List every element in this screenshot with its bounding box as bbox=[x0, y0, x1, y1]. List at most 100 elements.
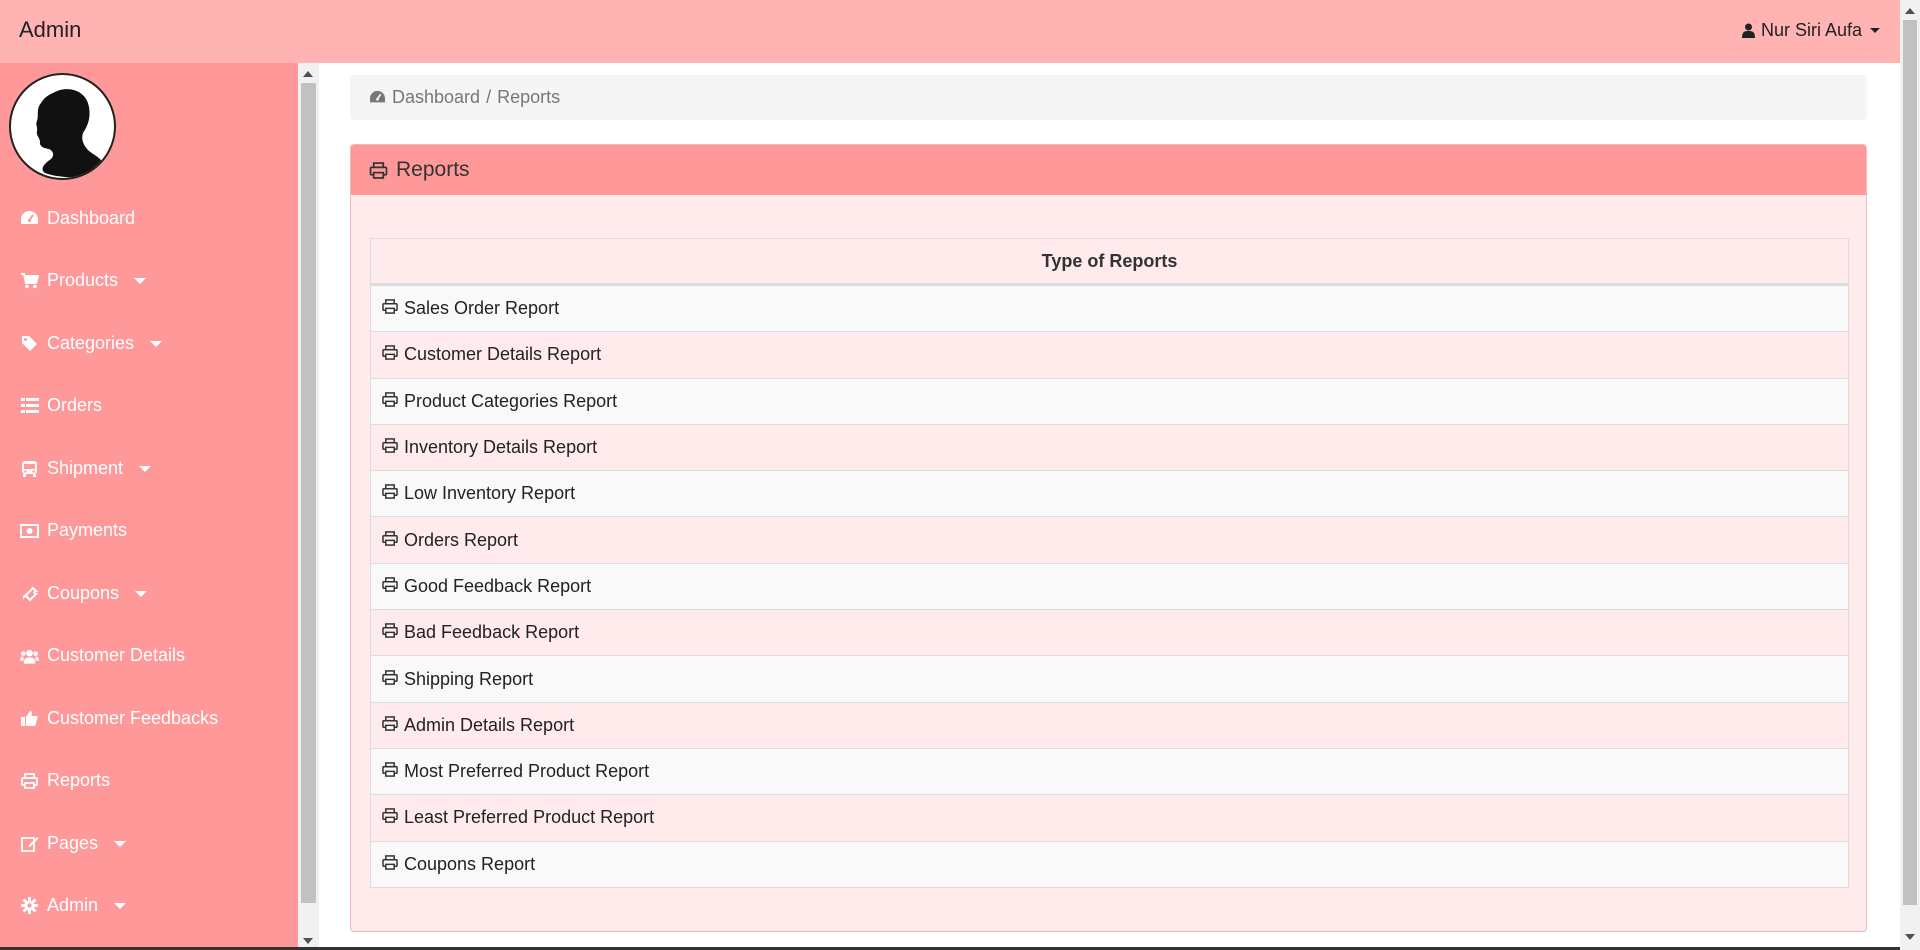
report-link[interactable]: Good Feedback Report bbox=[404, 576, 591, 597]
sidebar-item-categories[interactable]: Categories bbox=[20, 333, 163, 354]
user-icon bbox=[1741, 23, 1755, 38]
sidebar-scrollbar[interactable] bbox=[298, 63, 319, 950]
chevron-down-icon bbox=[114, 840, 127, 847]
sidebar-item-orders[interactable]: Orders bbox=[20, 395, 102, 416]
chevron-down-icon bbox=[150, 340, 163, 347]
chevron-down-icon bbox=[1870, 28, 1880, 33]
table-row[interactable]: Good Feedback Report bbox=[371, 562, 1848, 610]
tag-icon bbox=[20, 334, 39, 353]
ticket-icon bbox=[20, 584, 39, 603]
report-link[interactable]: Sales Order Report bbox=[404, 298, 559, 319]
report-link[interactable]: Product Categories Report bbox=[404, 391, 617, 412]
panel-title: Reports bbox=[396, 158, 470, 181]
table-row[interactable]: Shipping Report bbox=[371, 655, 1848, 702]
print-icon bbox=[382, 761, 398, 782]
print-icon bbox=[382, 807, 398, 828]
sidebar-item-label: Admin bbox=[47, 895, 99, 915]
user-name: Nur Siri Aufa bbox=[1760, 20, 1862, 40]
avatar bbox=[9, 73, 116, 180]
report-link[interactable]: Bad Feedback Report bbox=[404, 622, 579, 643]
page-scrollbar[interactable] bbox=[1900, 0, 1920, 950]
print-icon bbox=[382, 576, 398, 597]
chevron-down-icon bbox=[134, 277, 147, 284]
sidebar-item-coupons[interactable]: Coupons bbox=[20, 583, 148, 604]
sidebar-item-dashboard[interactable]: Dashboard bbox=[20, 208, 135, 229]
scroll-up-arrow-icon[interactable] bbox=[1905, 8, 1915, 14]
print-icon bbox=[369, 161, 388, 179]
table-row[interactable]: Admin Details Report bbox=[371, 701, 1848, 748]
print-icon bbox=[20, 771, 39, 790]
scroll-down-arrow-icon[interactable] bbox=[1905, 934, 1915, 940]
report-link[interactable]: Orders Report bbox=[404, 530, 518, 551]
table-row[interactable]: Inventory Details Report bbox=[371, 423, 1848, 471]
breadcrumb-dashboard-link[interactable]: Dashboard bbox=[392, 87, 480, 108]
sidebar-item-label: Customer Feedbacks bbox=[47, 708, 219, 728]
print-icon bbox=[382, 669, 398, 690]
table-row[interactable]: Bad Feedback Report bbox=[371, 609, 1848, 656]
breadcrumb-separator: / bbox=[486, 87, 492, 107]
sidebar-item-label: Reports bbox=[47, 770, 111, 790]
reports-panel: Reports Type of Reports Sales Order Repo… bbox=[350, 144, 1867, 932]
print-icon bbox=[382, 437, 398, 458]
report-link[interactable]: Least Preferred Product Report bbox=[404, 807, 654, 828]
sidebar-item-shipment[interactable]: Shipment bbox=[20, 458, 152, 479]
chevron-down-icon bbox=[114, 902, 127, 909]
dashboard-icon bbox=[20, 209, 39, 228]
breadcrumb: Dashboard / Reports bbox=[350, 75, 1867, 120]
sidebar-item-label: Payments bbox=[47, 520, 128, 540]
brand-title[interactable]: Admin bbox=[19, 17, 81, 43]
sidebar-item-label: Coupons bbox=[47, 583, 120, 603]
scroll-up-arrow-icon[interactable] bbox=[303, 71, 313, 77]
table-row[interactable]: Least Preferred Product Report bbox=[371, 794, 1848, 841]
sidebar-item-label: Categories bbox=[47, 333, 135, 353]
sidebar-item-label: Products bbox=[47, 270, 119, 290]
chevron-down-icon bbox=[135, 590, 148, 597]
report-link[interactable]: Inventory Details Report bbox=[404, 437, 597, 458]
cart-icon bbox=[20, 271, 39, 290]
reports-table: Type of Reports Sales Order Report Custom… bbox=[370, 238, 1849, 888]
breadcrumb-current: Reports bbox=[497, 87, 561, 107]
list-icon bbox=[20, 396, 39, 415]
report-link[interactable]: Most Preferred Product Report bbox=[404, 761, 649, 782]
table-row[interactable]: Orders Report bbox=[371, 516, 1848, 563]
money-icon bbox=[20, 521, 39, 540]
chevron-down-icon bbox=[139, 465, 152, 472]
sidebar-item-customer-details[interactable]: Customer Details bbox=[20, 645, 185, 666]
sidebar-scroll-thumb[interactable] bbox=[301, 83, 316, 903]
report-link[interactable]: Coupons Report bbox=[404, 854, 535, 875]
users-icon bbox=[20, 646, 39, 665]
table-row[interactable]: Coupons Report bbox=[371, 840, 1848, 887]
table-row[interactable]: Sales Order Report bbox=[371, 285, 1848, 332]
sidebar-item-admin[interactable]: Admin bbox=[20, 895, 127, 916]
sidebar-item-products[interactable]: Products bbox=[20, 270, 147, 291]
sidebar-item-pages[interactable]: Pages bbox=[20, 833, 127, 854]
report-link[interactable]: Admin Details Report bbox=[404, 715, 574, 736]
table-row[interactable]: Low Inventory Report bbox=[371, 470, 1848, 517]
print-icon bbox=[382, 530, 398, 551]
table-header: Type of Reports bbox=[371, 239, 1848, 285]
print-icon bbox=[382, 622, 398, 643]
sidebar-item-label: Dashboard bbox=[47, 208, 136, 228]
sidebar-item-label: Pages bbox=[47, 833, 99, 853]
print-icon bbox=[382, 344, 398, 365]
print-icon bbox=[382, 391, 398, 412]
table-row[interactable]: Customer Details Report bbox=[371, 331, 1848, 378]
sidebar-item-reports[interactable]: Reports bbox=[20, 770, 110, 791]
print-icon bbox=[382, 298, 398, 319]
woman-silhouette-icon bbox=[36, 89, 104, 178]
report-link[interactable]: Low Inventory Report bbox=[404, 483, 575, 504]
table-row[interactable]: Product Categories Report bbox=[371, 377, 1848, 424]
sidebar-item-payments[interactable]: Payments bbox=[20, 520, 127, 541]
sidebar-item-customer-feedbacks[interactable]: Customer Feedbacks bbox=[20, 708, 218, 729]
panel-heading: Reports bbox=[351, 145, 1866, 195]
table-row[interactable]: Most Preferred Product Report bbox=[371, 747, 1848, 795]
report-link[interactable]: Customer Details Report bbox=[404, 344, 601, 365]
sidebar: Dashboard Products Categories Orders Shi… bbox=[0, 63, 298, 950]
print-icon bbox=[382, 854, 398, 875]
page-scroll-thumb[interactable] bbox=[1903, 20, 1917, 905]
scroll-down-arrow-icon[interactable] bbox=[303, 938, 313, 944]
report-link[interactable]: Shipping Report bbox=[404, 669, 533, 690]
user-menu[interactable]: Nur Siri Aufa bbox=[1741, 20, 1880, 41]
edit-icon bbox=[20, 834, 39, 853]
dashboard-icon bbox=[370, 90, 385, 103]
